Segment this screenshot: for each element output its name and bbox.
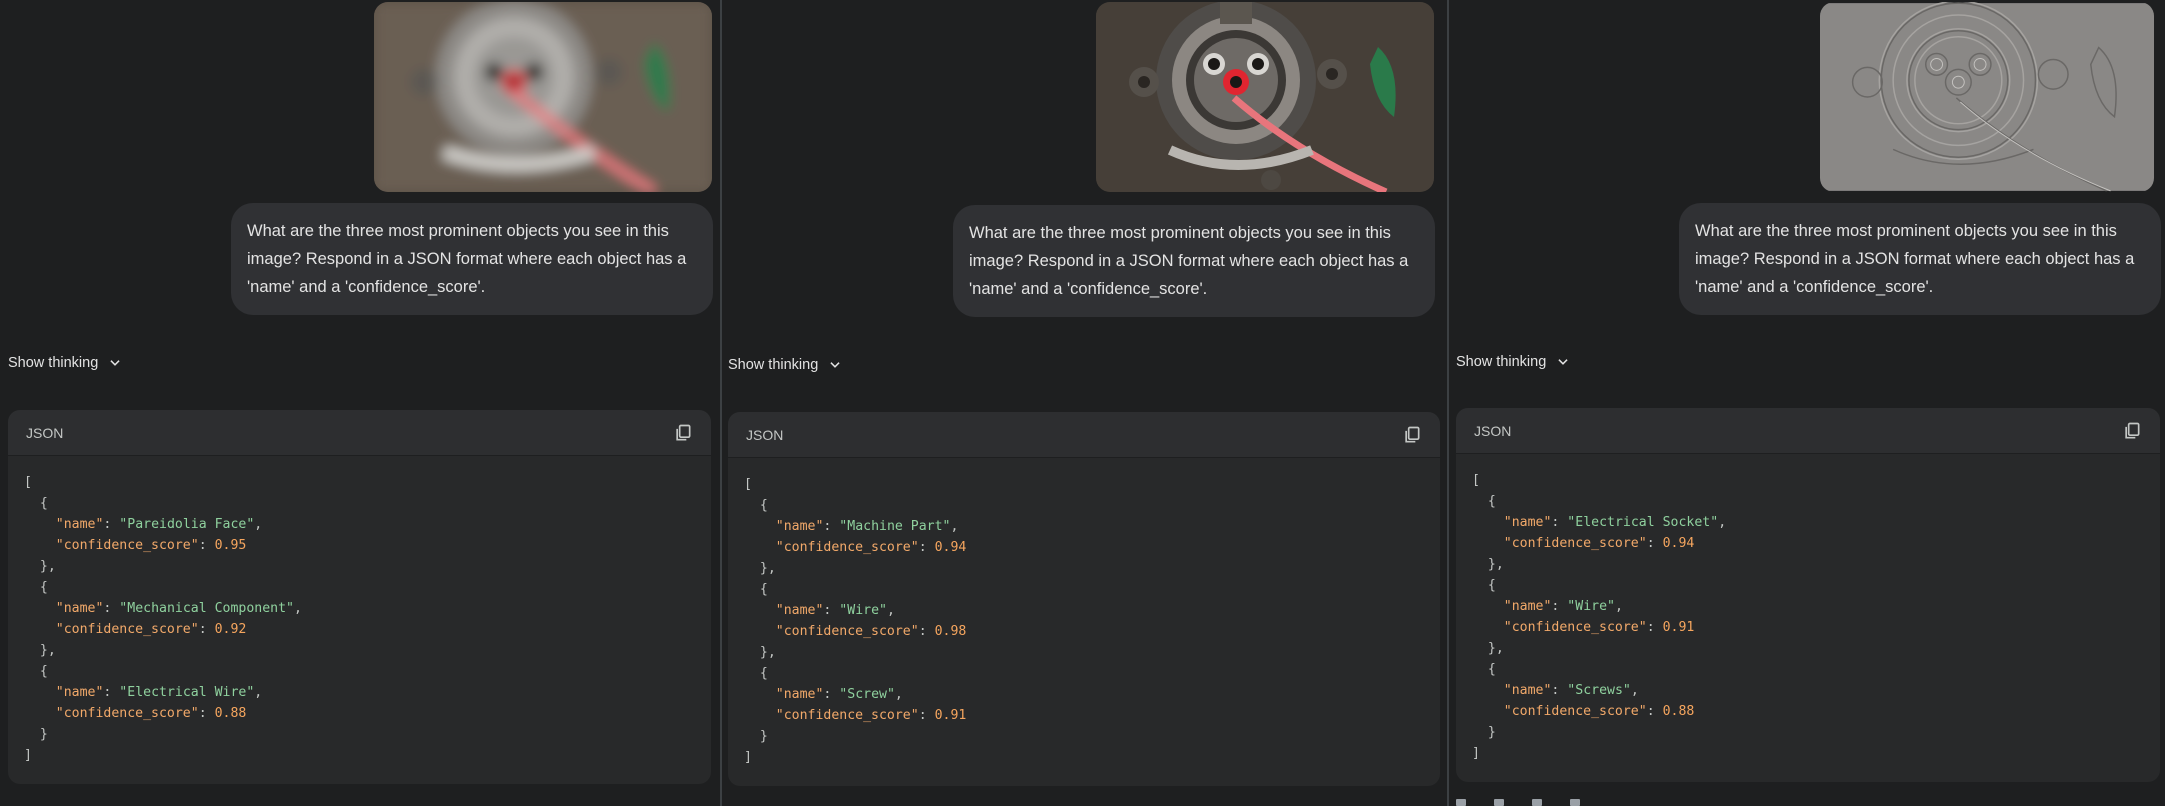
json-code-block: JSON [ { "name": "Pareidolia Face", "con… — [8, 410, 711, 784]
item-name: "Electrical Socket" — [1567, 515, 1719, 530]
item-name: "Wire" — [839, 603, 887, 618]
chat-panel-3: What are the three most prominent object… — [1449, 0, 2165, 806]
copy-icon[interactable] — [673, 423, 693, 443]
item-name: "Machine Part" — [839, 519, 951, 534]
code-language-label: JSON — [26, 424, 64, 441]
code-language-label: JSON — [1474, 422, 1512, 439]
chevron-down-icon — [1558, 359, 1568, 365]
json-code: [ { "name": "Machine Part", "confidence_… — [744, 477, 967, 765]
json-code: [ { "name": "Pareidolia Face", "confiden… — [24, 475, 302, 763]
user-prompt-text: What are the three most prominent object… — [1695, 222, 2135, 296]
uploaded-image-original[interactable] — [1096, 2, 1434, 192]
user-prompt-bubble: What are the three most prominent object… — [953, 205, 1435, 317]
show-thinking-label: Show thinking — [8, 355, 99, 371]
item-name: "Mechanical Component" — [119, 601, 294, 616]
show-thinking-toggle[interactable]: Show thinking — [728, 357, 842, 373]
user-prompt-bubble: What are the three most prominent object… — [1679, 203, 2161, 315]
item-name: "Pareidolia Face" — [119, 517, 255, 532]
chevron-down-icon — [830, 362, 840, 368]
item-name: "Wire" — [1567, 599, 1615, 614]
item-score: 0.91 — [934, 708, 967, 723]
copy-icon[interactable] — [2122, 421, 2142, 441]
user-prompt-text: What are the three most prominent object… — [969, 224, 1409, 298]
item-score: 0.91 — [1662, 620, 1695, 635]
show-thinking-toggle[interactable]: Show thinking — [8, 355, 122, 371]
item-name: "Screw" — [839, 687, 895, 702]
json-code-block: JSON [ { "name": "Machine Part", "confid… — [728, 412, 1440, 786]
item-score: 0.92 — [214, 622, 247, 637]
show-thinking-label: Show thinking — [1456, 354, 1547, 370]
code-block-header: JSON — [728, 412, 1440, 458]
item-score: 0.95 — [214, 538, 247, 553]
item-name: "Electrical Wire" — [119, 685, 255, 700]
item-score: 0.98 — [934, 624, 967, 639]
socket-photo-original — [1096, 2, 1434, 192]
copy-icon[interactable] — [1402, 425, 1422, 445]
item-name: "Screws" — [1567, 683, 1631, 698]
chat-panel-2: What are the three most prominent object… — [722, 0, 1446, 806]
item-score: 0.94 — [934, 540, 967, 555]
code-language-label: JSON — [746, 426, 784, 443]
chevron-down-icon — [110, 360, 120, 366]
show-thinking-label: Show thinking — [728, 357, 819, 373]
uploaded-image-edge-filtered[interactable] — [1820, 2, 2154, 192]
user-prompt-bubble: What are the three most prominent object… — [231, 203, 713, 315]
item-score: 0.94 — [1662, 536, 1695, 551]
chat-panel-1: What are the three most prominent object… — [0, 0, 720, 806]
json-code: [ { "name": "Electrical Socket", "confid… — [1472, 473, 1727, 761]
user-prompt-text: What are the three most prominent object… — [247, 222, 687, 296]
item-score: 0.88 — [214, 706, 247, 721]
json-code-block: JSON [ { "name": "Electrical Socket", "c… — [1456, 408, 2160, 782]
item-score: 0.88 — [1662, 704, 1695, 719]
show-thinking-toggle[interactable]: Show thinking — [1456, 354, 1570, 370]
response-actions-strip — [1456, 799, 1580, 806]
code-block-header: JSON — [8, 410, 711, 456]
socket-photo-edge-filtered — [1820, 2, 2154, 192]
uploaded-image-blurred[interactable] — [374, 2, 712, 192]
socket-photo-blurred — [374, 2, 712, 192]
code-block-header: JSON — [1456, 408, 2160, 454]
